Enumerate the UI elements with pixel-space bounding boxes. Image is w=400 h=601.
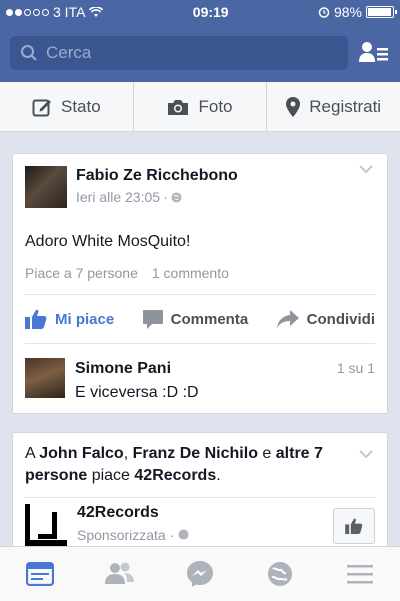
alarm-icon [318,7,330,18]
friend-list-button[interactable] [358,37,390,69]
checkin-label: Registrati [309,96,382,116]
story-conjunction: e [262,445,272,462]
camera-icon [168,99,189,115]
avatar[interactable] [25,358,65,398]
news-feed-icon [26,562,54,586]
tab-notifications[interactable] [260,554,300,594]
avatar[interactable] [25,166,67,208]
post-actions: Mi piace Commenta Condividi [13,295,387,343]
comment-button[interactable]: Commenta [142,309,249,329]
tab-news-feed[interactable] [20,554,60,594]
post-text: Adoro White MosQuito! [25,233,191,250]
composer-bar: Stato Foto Registrati [0,82,400,132]
post-author[interactable]: Fabio Ze Ricchebono [76,167,238,185]
comment-label: Commenta [170,310,249,328]
sponsor-row: 42Records Sponsorizzata · [13,498,387,552]
share-arrow-icon [276,310,299,328]
notifications-icon [268,562,292,586]
tab-friend-requests[interactable] [100,554,140,594]
comment-item: Simone Pani E viceversa :D :D 1 su 1 [13,344,387,402]
messenger-icon [187,561,213,587]
photo-label: Foto [198,96,233,116]
photo-button[interactable]: Foto [132,82,267,131]
clock: 09:19 [192,4,229,20]
post-card: Fabio Ze Ricchebono Ieri alle 23:05 · Ad… [12,153,388,414]
friend-requests-icon [105,562,134,584]
sponsor-name[interactable]: 42Records [77,504,189,522]
search-placeholder: Cerca [46,43,92,62]
location-pin-icon [286,96,301,117]
status-label: Stato [60,96,101,116]
bottom-tab-bar [0,546,400,601]
sponsored-card: A John Falco, Franz De Nichilo e altre 7… [12,432,388,554]
comment-bubble-icon [142,309,163,329]
globe-icon [178,529,189,540]
post-time[interactable]: Ieri alle 23:05 [76,189,160,205]
friend-name[interactable]: Franz De Nichilo [133,445,258,462]
share-button[interactable]: Condividi [276,310,375,328]
battery-percent: 98% [333,4,362,20]
chevron-down-icon[interactable] [359,449,373,459]
status-button[interactable]: Stato [0,82,133,131]
battery-icon [365,6,397,18]
top-navbar: Cerca [0,24,400,82]
sponsored-label: Sponsorizzata [77,527,166,543]
globe-icon [171,191,182,203]
comment-text: E viceversa :D :D [75,384,199,401]
separator-dot: · [169,527,175,543]
like-page-button[interactable] [333,508,375,544]
friend-name[interactable]: John Falco [39,445,123,462]
page-logo[interactable] [25,504,67,546]
tab-more[interactable] [340,554,380,594]
carrier-label: 3 ITA [53,4,86,20]
status-bar: 3 ITA 09:19 98% [0,0,400,24]
like-label: Mi piace [55,310,115,328]
separator-dot: · [163,189,168,205]
signal-icon [6,8,49,16]
story-separator: , [123,445,129,462]
contacts-icon [359,42,388,62]
comments-count[interactable]: 1 commento [152,265,229,281]
search-input[interactable]: Cerca [10,36,348,70]
story-suffix: . [216,467,221,484]
search-icon [21,45,37,61]
thumbs-up-icon [25,309,47,329]
page-name[interactable]: 42Records [134,467,216,484]
comment-author[interactable]: Simone Pani [75,360,375,378]
checkin-button[interactable]: Registrati [266,82,400,131]
share-label: Condividi [306,310,375,328]
thumbs-up-icon [345,518,363,534]
story-verb: piace [91,467,130,484]
social-context: A John Falco, Franz De Nichilo e altre 7… [13,433,387,497]
tab-messenger[interactable] [180,554,220,594]
story-prefix: A [25,445,35,462]
chevron-down-icon[interactable] [359,164,373,174]
more-menu-icon [347,565,373,584]
comment-pagination: 1 su 1 [336,360,375,376]
edit-icon [32,99,51,116]
wifi-icon [89,6,104,17]
likes-count[interactable]: Piace a 7 persone [25,265,138,281]
like-button[interactable]: Mi piace [25,309,114,329]
